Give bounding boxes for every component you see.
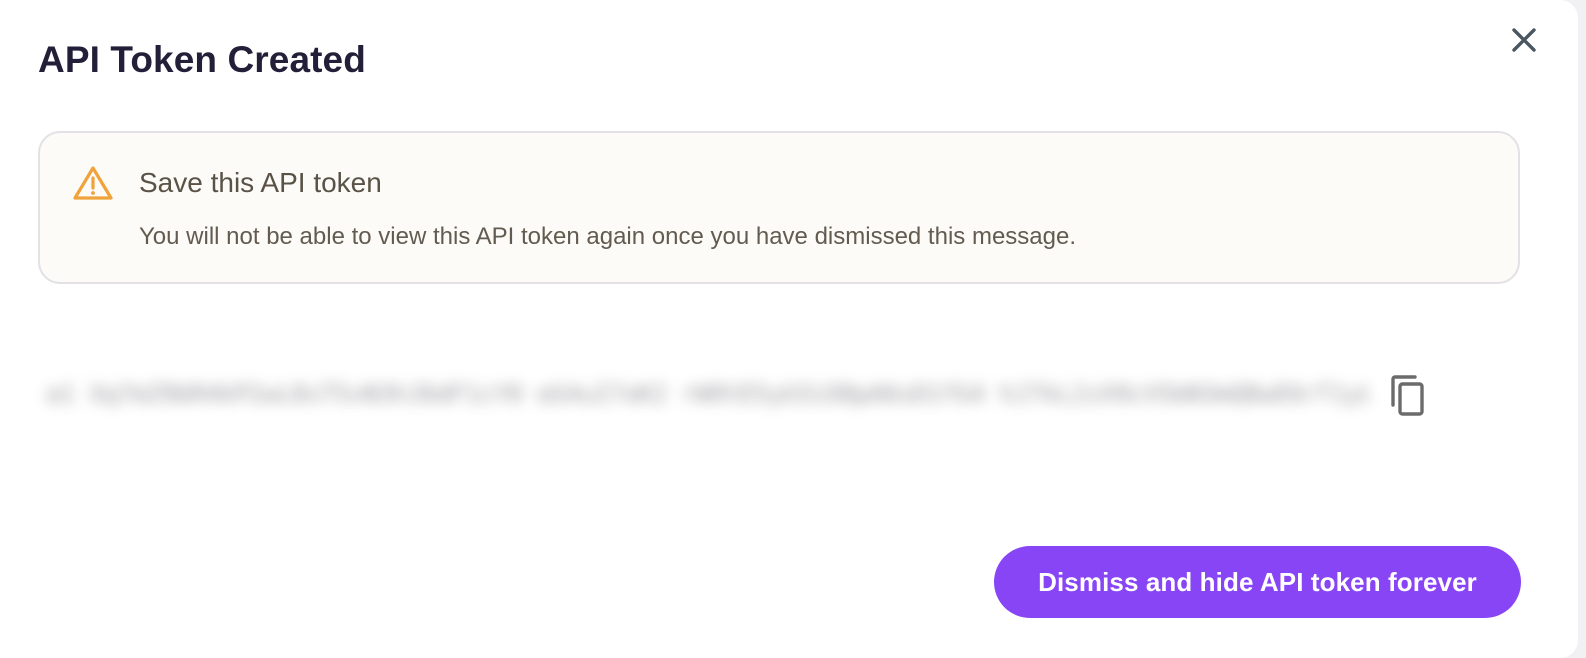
close-icon [1512, 28, 1536, 52]
dialog-title: API Token Created [38, 39, 366, 80]
alert-title: Save this API token [139, 167, 382, 198]
dismiss-button[interactable]: Dismiss and hide API token forever [994, 546, 1521, 618]
copy-icon [1391, 375, 1424, 416]
warning-alert: Save this API token You will not be able… [38, 131, 1520, 284]
warning-icon [73, 166, 113, 200]
token-value[interactable]: a1 Xq7mZ9bR4kP2wL8sT5vN3hJ6dF1cY0 eG4uI7… [38, 355, 1370, 433]
copy-token-button[interactable] [1382, 369, 1432, 423]
token-field: a1 Xq7mZ9bR4kP2wL8sT5vN3hJ6dF1cY0 eG4uI7… [38, 355, 1378, 433]
close-button[interactable] [1506, 22, 1542, 58]
alert-message: You will not be able to view this API to… [139, 223, 1076, 250]
api-token-dialog: API Token Created Save this API token Yo… [0, 0, 1578, 658]
